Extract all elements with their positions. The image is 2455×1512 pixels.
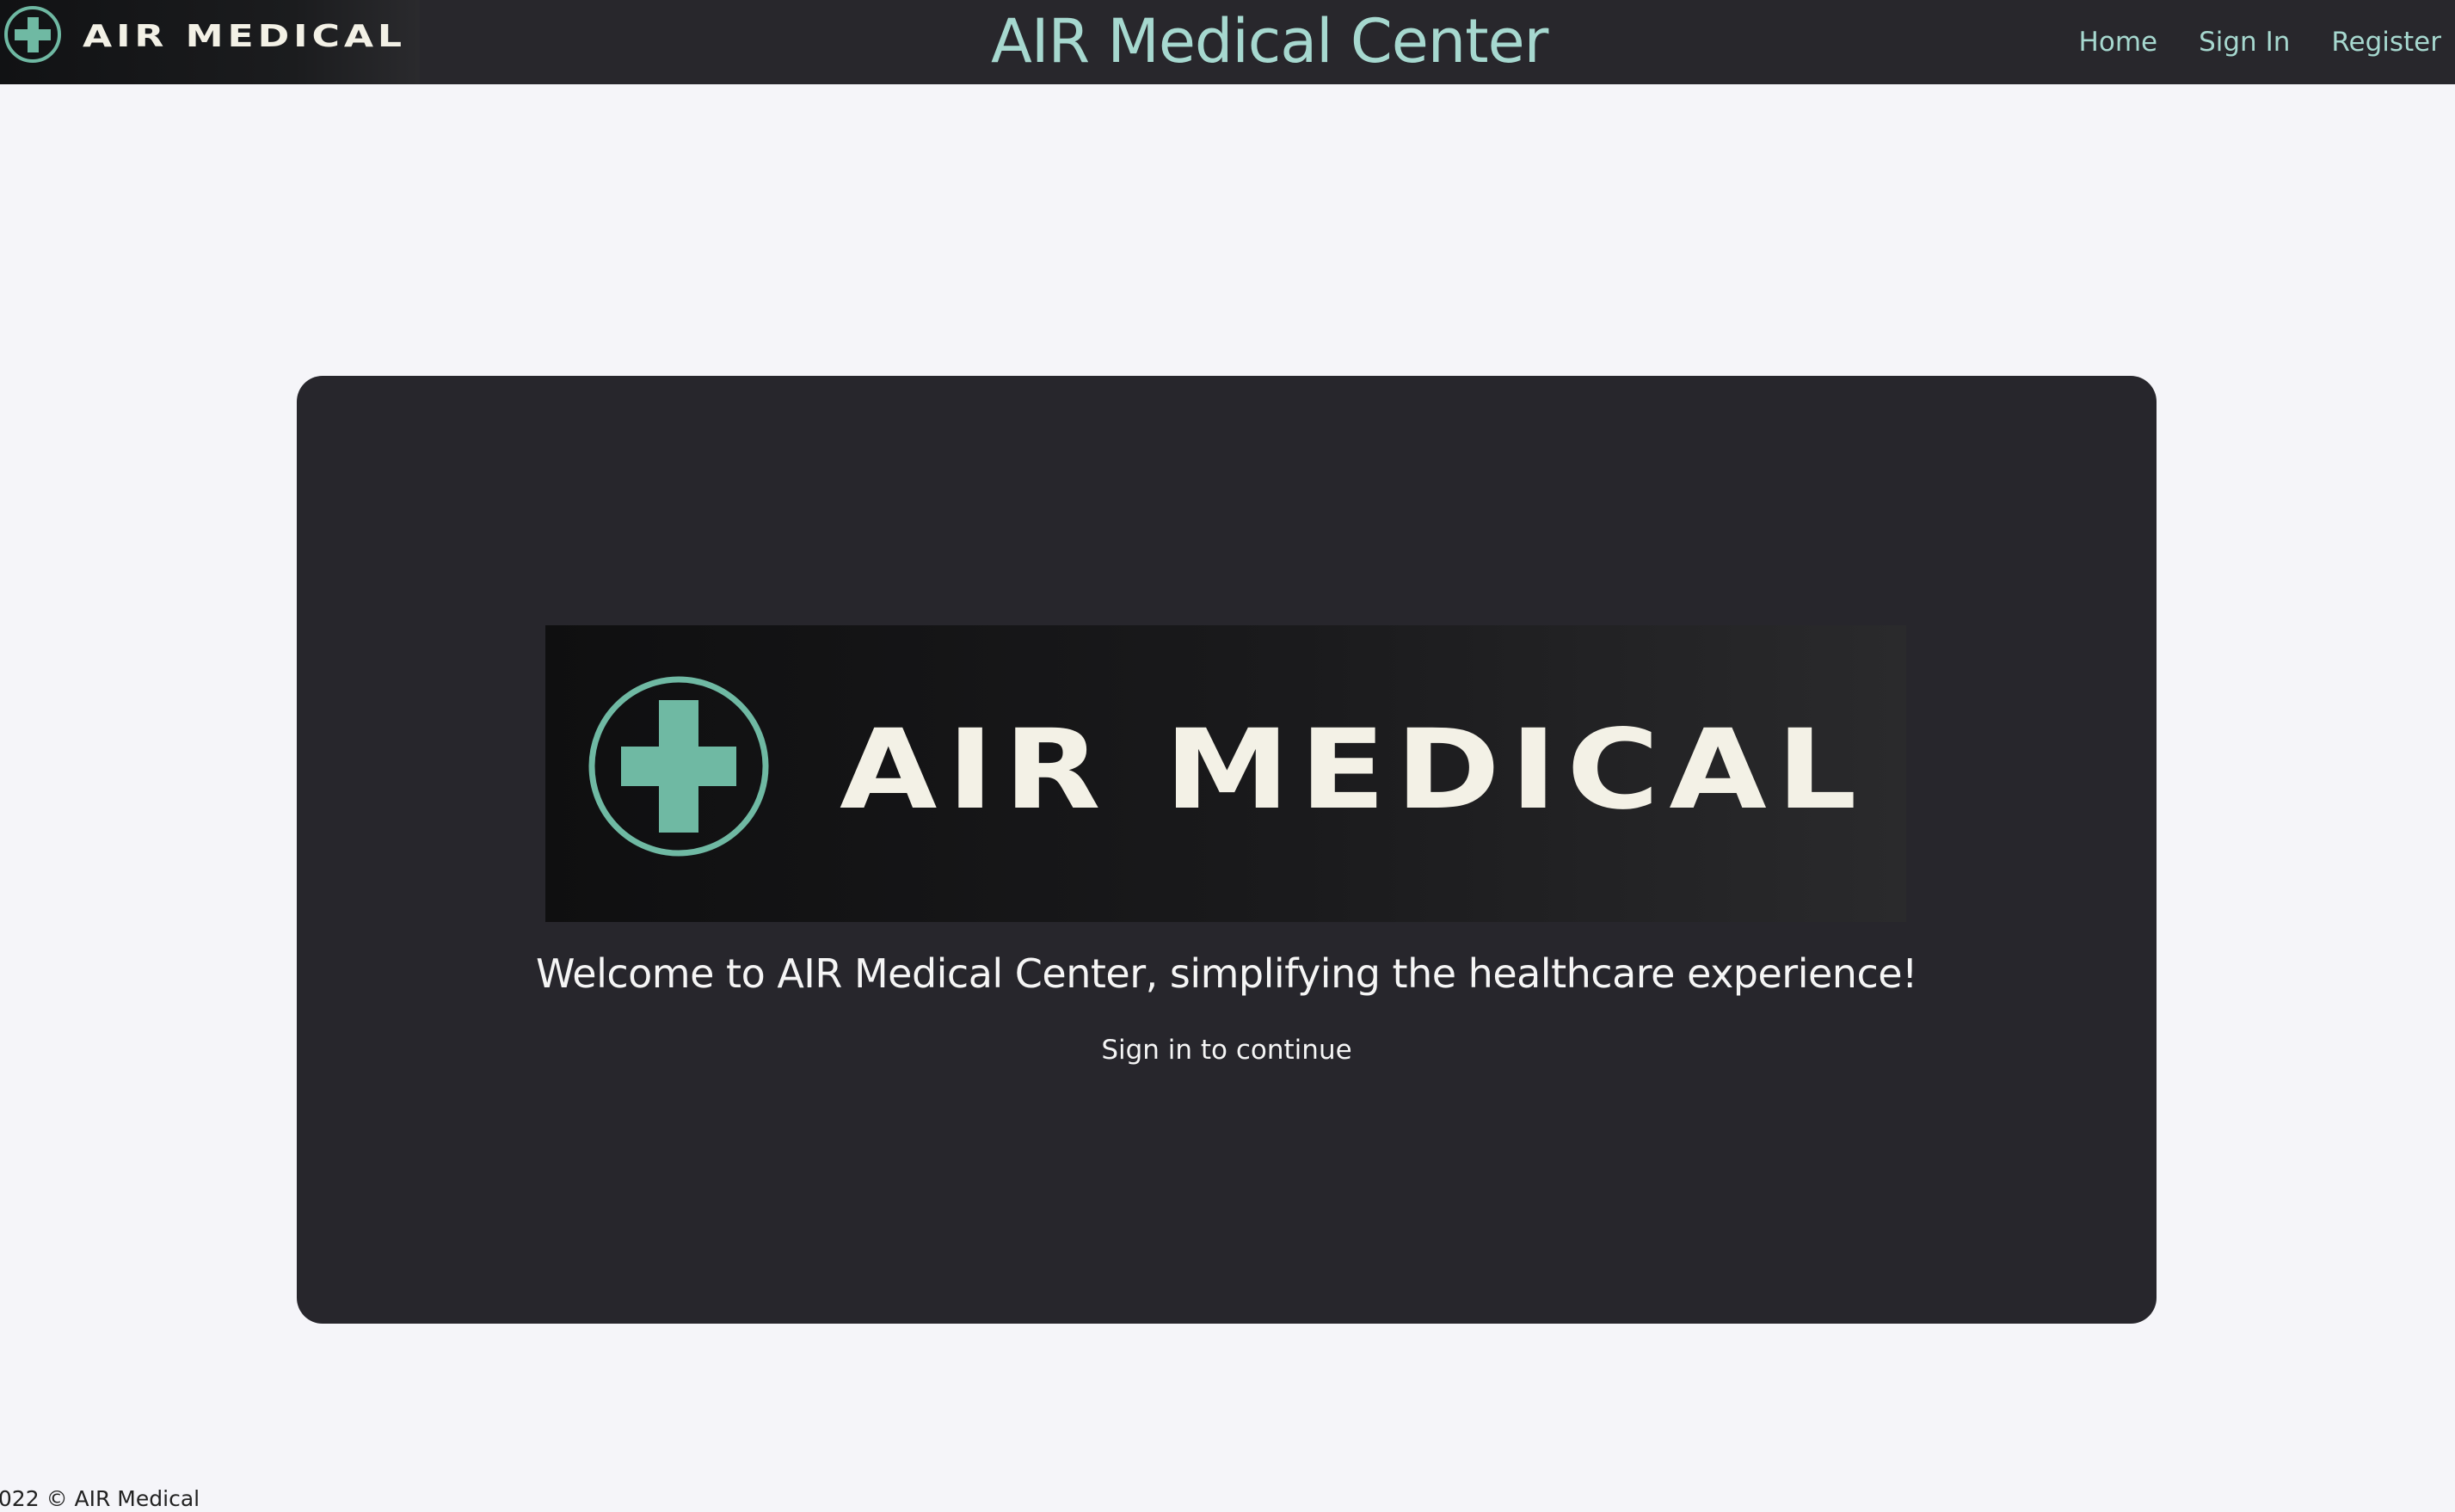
nav-signin-link[interactable]: Sign In — [2199, 27, 2290, 58]
hero-banner: AIR MEDICAL — [545, 625, 1906, 922]
hero-logo-graphic: AIR MEDICAL — [588, 676, 1867, 857]
page-title: AIR Medical Center — [991, 6, 1548, 77]
brand-logo[interactable]: AIR MEDICAL — [0, 0, 420, 84]
logo-text: AIR MEDICAL — [83, 19, 406, 54]
signin-prompt: Sign in to continue — [1101, 1035, 1352, 1066]
welcome-card: AIR MEDICAL Welcome to AIR Medical Cente… — [297, 376, 2157, 1324]
nav-links: Home Sign In Register — [2079, 0, 2441, 84]
nav-register-link[interactable]: Register — [2331, 27, 2441, 58]
top-navbar: AIR MEDICAL AIR Medical Center Home Sign… — [0, 0, 2455, 84]
brand-logo-graphic: AIR MEDICAL — [4, 6, 406, 63]
medical-cross-icon — [4, 6, 61, 63]
medical-cross-icon — [588, 676, 769, 857]
hero-logo-text: AIR MEDICAL — [840, 706, 1867, 834]
footer-copyright: 2022 © AIR Medical — [0, 1486, 200, 1511]
welcome-heading: Welcome to AIR Medical Center, simplifyi… — [536, 950, 1917, 997]
nav-home-link[interactable]: Home — [2079, 27, 2158, 58]
